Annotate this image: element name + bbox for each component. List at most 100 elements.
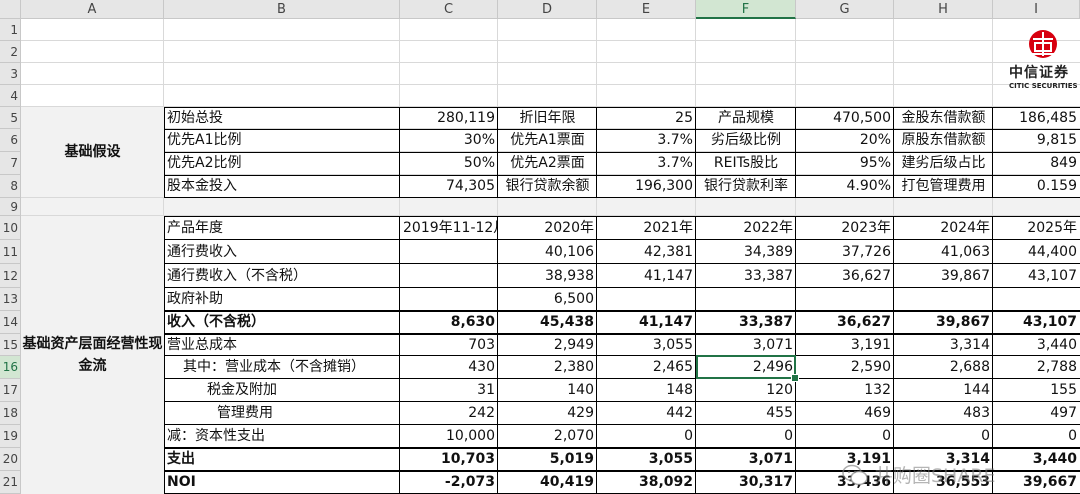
cell-G11[interactable]: 37,726 (796, 240, 894, 264)
column-header-A[interactable]: A (21, 0, 164, 19)
cell-I7[interactable]: 849 (993, 152, 1080, 175)
cell-H16[interactable]: 2,688 (894, 356, 993, 379)
cell-G8[interactable]: 4.90% (796, 175, 894, 198)
row-header-2[interactable]: 2 (0, 41, 21, 63)
cell-C7[interactable]: 50% (400, 152, 498, 175)
cell-E7[interactable]: 3.7% (597, 152, 696, 175)
cell-H7[interactable]: 建劣后级占比 (894, 152, 993, 175)
cell-D18[interactable]: 429 (498, 402, 597, 425)
cell-G6[interactable]: 20% (796, 129, 894, 152)
cell-D12[interactable]: 38,938 (498, 264, 597, 288)
row-header-1[interactable]: 1 (0, 19, 21, 41)
column-header-D[interactable]: D (498, 0, 597, 19)
cell-I12[interactable]: 43,107 (993, 264, 1080, 288)
cell-I16[interactable]: 2,788 (993, 356, 1080, 379)
cell-H12[interactable]: 39,867 (894, 264, 993, 288)
cell-C14[interactable]: 8,630 (400, 311, 498, 334)
cell-G16[interactable]: 2,590 (796, 356, 894, 379)
cell-F10[interactable]: 2022年 (696, 216, 796, 240)
cell-H18[interactable]: 483 (894, 402, 993, 425)
cell-G15[interactable]: 3,191 (796, 334, 894, 356)
row-header-5[interactable]: 5 (0, 107, 21, 129)
cell-E15[interactable]: 3,055 (597, 334, 696, 356)
cell-B11[interactable]: 通行费收入 (164, 240, 400, 264)
row-header-14[interactable]: 14 (0, 311, 21, 334)
cell-G18[interactable]: 469 (796, 402, 894, 425)
cell-B18[interactable]: 管理费用 (164, 402, 400, 425)
select-all-corner[interactable] (0, 0, 21, 19)
row-header-7[interactable]: 7 (0, 152, 21, 175)
cell-F15[interactable]: 3,071 (696, 334, 796, 356)
cell-D11[interactable]: 40,106 (498, 240, 597, 264)
cell-C19[interactable]: 10,000 (400, 425, 498, 448)
cell-H13[interactable] (894, 288, 993, 311)
cell-F7[interactable]: REITs股比 (696, 152, 796, 175)
cell-G13[interactable] (796, 288, 894, 311)
cell-C5[interactable]: 280,119 (400, 107, 498, 129)
cell-C13[interactable] (400, 288, 498, 311)
cell-G14[interactable]: 36,627 (796, 311, 894, 334)
row-header-17[interactable]: 17 (0, 379, 21, 402)
cell-B15[interactable]: 营业总成本 (164, 334, 400, 356)
cell-E13[interactable] (597, 288, 696, 311)
cell-F20[interactable]: 3,071 (696, 448, 796, 471)
cell-B8[interactable]: 股本金投入 (164, 175, 400, 198)
cell-E18[interactable]: 442 (597, 402, 696, 425)
cell-H5[interactable]: 金股东借款额 (894, 107, 993, 129)
cell-B13[interactable]: 政府补助 (164, 288, 400, 311)
cell-E12[interactable]: 41,147 (597, 264, 696, 288)
cell-C16[interactable]: 430 (400, 356, 498, 379)
cell-F8[interactable]: 银行贷款利率 (696, 175, 796, 198)
cell-B7[interactable]: 优先A2比例 (164, 152, 400, 175)
cell-C12[interactable] (400, 264, 498, 288)
cell-I18[interactable]: 497 (993, 402, 1080, 425)
cell-C17[interactable]: 31 (400, 379, 498, 402)
cell-D7[interactable]: 优先A2票面 (498, 152, 597, 175)
cell-G7[interactable]: 95% (796, 152, 894, 175)
cell-G5[interactable]: 470,500 (796, 107, 894, 129)
cell-B10[interactable]: 产品年度 (164, 216, 400, 240)
cell-F5[interactable]: 产品规模 (696, 107, 796, 129)
cell-I20[interactable]: 3,440 (993, 448, 1080, 471)
cell-F19[interactable]: 0 (696, 425, 796, 448)
cell-B17[interactable]: 税金及附加 (164, 379, 400, 402)
cell-C6[interactable]: 30% (400, 129, 498, 152)
cell-C20[interactable]: 10,703 (400, 448, 498, 471)
column-header-G[interactable]: G (796, 0, 894, 19)
row-header-13[interactable]: 13 (0, 288, 21, 311)
cell-G17[interactable]: 132 (796, 379, 894, 402)
cell-I11[interactable]: 44,400 (993, 240, 1080, 264)
row-header-11[interactable]: 11 (0, 240, 21, 264)
cell-D15[interactable]: 2,949 (498, 334, 597, 356)
cell-D10[interactable]: 2020年 (498, 216, 597, 240)
row-header-12[interactable]: 12 (0, 264, 21, 288)
cell-D20[interactable]: 5,019 (498, 448, 597, 471)
row-header-8[interactable]: 8 (0, 175, 21, 198)
cell-D6[interactable]: 优先A1票面 (498, 129, 597, 152)
row-header-3[interactable]: 3 (0, 63, 21, 85)
selected-cell-F16[interactable] (696, 355, 796, 379)
cell-H8[interactable]: 打包管理费用 (894, 175, 993, 198)
cell-B19[interactable]: 减：资本性支出 (164, 425, 400, 448)
fill-handle[interactable] (791, 374, 799, 382)
row-header-6[interactable]: 6 (0, 129, 21, 152)
row-header-16[interactable]: 16 (0, 356, 21, 379)
cell-E5[interactable]: 25 (597, 107, 696, 129)
cell-E6[interactable]: 3.7% (597, 129, 696, 152)
cell-E11[interactable]: 42,381 (597, 240, 696, 264)
cell-F14[interactable]: 33,387 (696, 311, 796, 334)
cell-I21[interactable]: 39,667 (993, 471, 1080, 494)
cell-I8[interactable]: 0.159 (993, 175, 1080, 198)
cell-C21[interactable]: -2,073 (400, 471, 498, 494)
cell-E17[interactable]: 148 (597, 379, 696, 402)
cell-E20[interactable]: 3,055 (597, 448, 696, 471)
cell-E14[interactable]: 41,147 (597, 311, 696, 334)
cell-E19[interactable]: 0 (597, 425, 696, 448)
cell-F17[interactable]: 120 (696, 379, 796, 402)
cell-B12[interactable]: 通行费收入（不含税） (164, 264, 400, 288)
column-header-H[interactable]: H (894, 0, 993, 19)
column-header-E[interactable]: E (597, 0, 696, 19)
cell-C10[interactable]: 2019年11-12月 (400, 216, 498, 240)
row-header-18[interactable]: 18 (0, 402, 21, 425)
row-header-20[interactable]: 20 (0, 448, 21, 471)
